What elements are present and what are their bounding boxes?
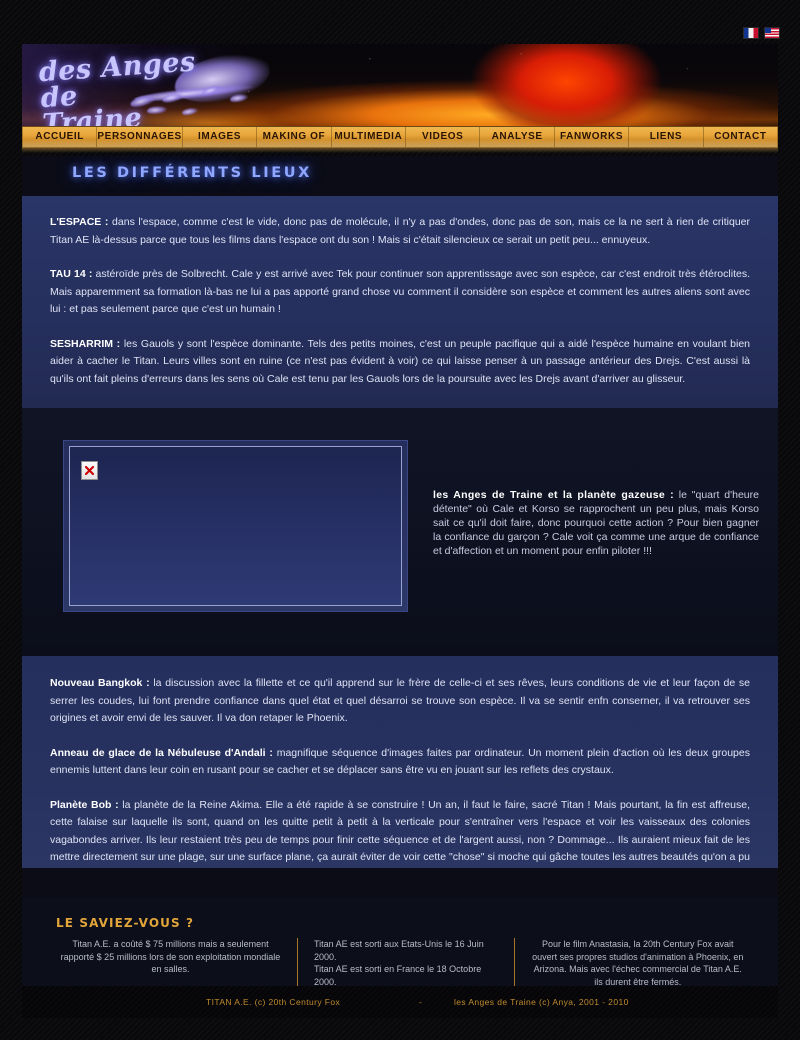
site-header-banner: des Anges de Traine	[22, 44, 778, 126]
place-name: L'ESPACE :	[50, 216, 109, 228]
footer-copyright-fox: TITAN A.E. (c) 20th Century Fox	[206, 997, 341, 1007]
nav-item-contact[interactable]: CONTACT	[704, 127, 779, 147]
site-logo[interactable]: des Anges de Traine	[38, 46, 222, 126]
page-root: des Anges de Traine ACCUEIL PERSONNAGES …	[0, 0, 800, 1040]
did-you-know-fact: Titan AE est sorti aux Etats-Unis le 16 …	[296, 938, 515, 988]
place-text: dans l'espace, comme c'est le vide, donc…	[50, 216, 750, 246]
footer-separator: -	[419, 997, 423, 1007]
place-text: les Gauols y sont l'espèce dominante. Te…	[50, 337, 750, 385]
place-paragraph-espace: L'ESPACE : dans l'espace, comme c'est le…	[50, 214, 750, 249]
nav-item-multimedia[interactable]: MULTIMEDIA	[332, 127, 407, 147]
french-flag-icon[interactable]	[743, 27, 759, 39]
place-paragraph-tau14: TAU 14 : astéroïde près de Solbrecht. Ca…	[50, 266, 750, 319]
place-name: TAU 14 :	[50, 268, 93, 280]
place-text: la discussion avec la fillette et ce qu'…	[50, 677, 750, 724]
footer-copyright-anya: les Anges de Traine (c) Anya, 2001 - 201…	[454, 997, 629, 1007]
nav-item-images[interactable]: IMAGES	[183, 127, 258, 147]
place-name: Planète Bob :	[50, 798, 119, 811]
language-switcher	[743, 27, 780, 39]
place-name: Nouveau Bangkok :	[50, 677, 150, 689]
page-title-band: LES DIFFÉRENTS LIEUX	[22, 156, 778, 196]
nav-item-personnages[interactable]: PERSONNAGES	[97, 127, 183, 147]
section-divider	[22, 868, 778, 898]
did-you-know-fact: Titan A.E. a coûté $ 75 millions mais a …	[60, 939, 281, 974]
did-you-know-section: LE SAVIEZ-VOUS ? Titan A.E. a coûté $ 75…	[22, 898, 778, 988]
places-top-section: L'ESPACE : dans l'espace, comme c'est le…	[22, 196, 778, 408]
us-flag-icon[interactable]	[764, 27, 780, 39]
nav-item-accueil[interactable]: ACCUEIL	[22, 127, 98, 147]
screenshot-frame[interactable]	[63, 440, 408, 612]
main-navigation: ACCUEIL PERSONNAGES IMAGES MAKING OF MUL…	[22, 126, 779, 153]
broken-image-icon	[81, 461, 98, 480]
screenshot-image-area	[69, 446, 402, 606]
place-paragraph-anneau-de-glace: Anneau de glace de la Nébuleuse d'Andali…	[50, 745, 750, 780]
nav-item-fanworks[interactable]: FANWORKS	[555, 127, 630, 147]
nav-item-analyse[interactable]: ANALYSE	[480, 127, 555, 147]
screenshot-caption-title: les Anges de Traine et la planète gazeus…	[433, 489, 674, 501]
site-footer: TITAN A.E. (c) 20th Century Fox - les An…	[22, 986, 778, 1018]
place-paragraph-sesharrim: SESHARRIM : les Gauols y sont l'espèce d…	[50, 336, 750, 389]
nav-item-making-of[interactable]: MAKING OF	[257, 127, 332, 147]
did-you-know-fact: Pour le film Anastasia, la 20th Century …	[514, 938, 760, 988]
place-name: Anneau de glace de la Nébuleuse d'Andali…	[50, 746, 273, 759]
did-you-know-title: LE SAVIEZ-VOUS ?	[56, 916, 195, 930]
place-text: astéroïde près de Solbrecht. Cale y est …	[50, 268, 750, 315]
place-paragraph-nouveau-bangkok: Nouveau Bangkok : la discussion avec la …	[50, 675, 750, 728]
nav-item-liens[interactable]: LIENS	[629, 127, 704, 147]
screenshot-caption: les Anges de Traine et la planète gazeus…	[433, 488, 759, 558]
nav-item-videos[interactable]: VIDEOS	[406, 127, 481, 147]
page-title: LES DIFFÉRENTS LIEUX	[72, 165, 312, 181]
place-name: SESHARRIM :	[50, 337, 121, 350]
places-bottom-section: Nouveau Bangkok : la discussion avec la …	[22, 656, 778, 881]
did-you-know-columns: Titan A.E. a coûté $ 75 millions mais a …	[44, 938, 760, 988]
